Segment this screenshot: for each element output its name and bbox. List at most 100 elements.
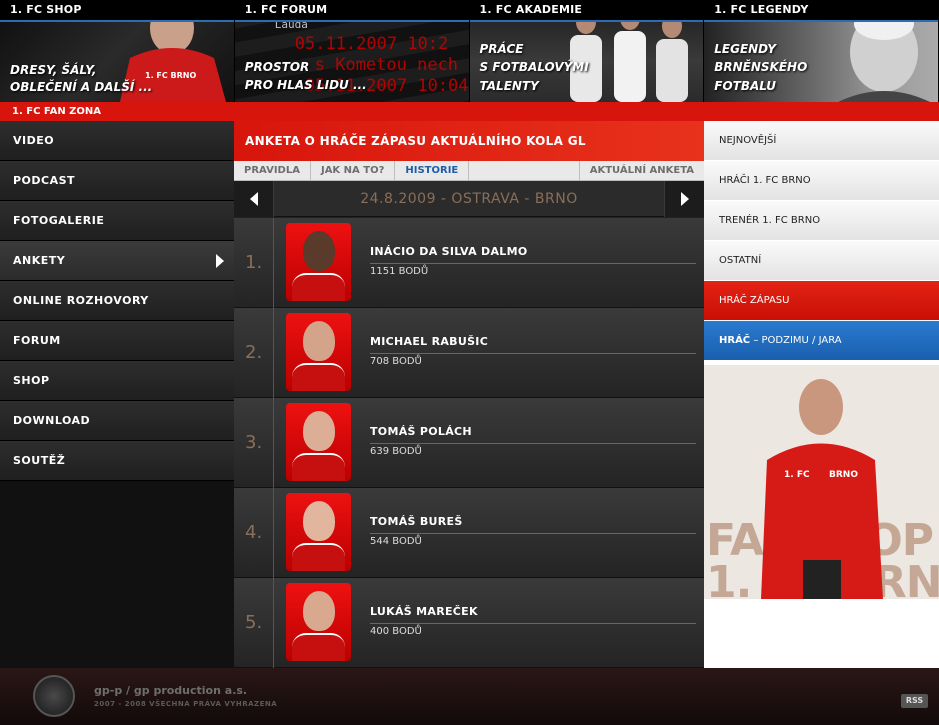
menu-item-season-bold: HRÁČ	[719, 335, 751, 346]
svg-text:1. FC BRNO: 1. FC BRNO	[145, 71, 196, 80]
nav-item-label: FOTOGALERIE	[13, 214, 105, 227]
banner-fc-legendy[interactable]: 1. FC LEGENDY LEGENDY BRNĚNSKÉHO FOTBALU	[704, 0, 939, 102]
left-nav: VIDEO PODCAST FOTOGALERIE ANKETY ONLINE …	[0, 121, 234, 668]
tab-jak-na-to[interactable]: JAK NA TO?	[311, 161, 396, 180]
forum-scribble: s Kometou nech	[314, 55, 459, 75]
menu-item-match-player[interactable]: HRÁČ ZÁPASU	[704, 281, 939, 321]
banner-caption-line: PROSTOR	[244, 60, 310, 74]
fan-zona-strip: 1. FC FAN ZONA	[0, 102, 939, 121]
nav-item-download[interactable]: DOWNLOAD	[0, 401, 234, 441]
nav-item-label: VIDEO	[13, 134, 55, 147]
arrow-right-icon	[680, 191, 689, 206]
player-points: 1151 BODŮ	[370, 266, 429, 277]
footer-company: gp-p / gp production a.s.	[94, 684, 248, 697]
menu-item-other[interactable]: OSTATNÍ	[704, 241, 939, 281]
footer: gp-p / gp production a.s. 2007 - 2008 VŠ…	[0, 668, 939, 725]
top-banners: 1. FC BRNO 1. FC SHOP DRESY, ŠÁLY, OBLEČ…	[0, 0, 939, 102]
rank-number: 2.	[234, 308, 274, 398]
player-name: TOMÁŠ POLÁCH	[370, 425, 696, 444]
player-name: INÁCIO DA SILVA DALMO	[370, 245, 696, 264]
banner-fc-forum[interactable]: Lauda 05.11.2007 10:2 s Kometou nech 05.…	[234, 0, 470, 102]
banner-title: 1. FC FORUM	[234, 0, 469, 22]
next-match-button[interactable]	[664, 180, 704, 217]
banner-caption-line: BRNĚNSKÉHO	[714, 60, 808, 74]
banner-title: 1. FC AKADEMIE	[469, 0, 704, 22]
banner-caption-line: DRESY, ŠÁLY,	[10, 63, 97, 77]
svg-text:BRNO: BRNO	[829, 470, 858, 480]
banner-caption-line: TALENTY	[479, 79, 539, 93]
nav-item-label: DOWNLOAD	[13, 414, 91, 427]
result-row[interactable]: 2. MICHAEL RABUŠIC 708 BODŮ	[234, 308, 704, 398]
fanshop-model-image: 1. FC BRNO	[761, 379, 883, 599]
nav-item-soutez[interactable]: SOUTĚŽ	[0, 441, 234, 481]
banner-caption-line: LEGENDY	[714, 42, 776, 56]
right-panel: NEJNOVĚJŠÍ HRÁČI 1. FC BRNO TRENÉR 1. FC…	[704, 121, 939, 668]
rank-number: 3.	[234, 398, 274, 488]
poll-tabs: PRAVIDLA JAK NA TO? HISTORIE AKTUÁLNÍ AN…	[234, 161, 704, 181]
player-points: 708 BODŮ	[370, 356, 422, 367]
result-row[interactable]: 4. TOMÁŠ BUREŠ 544 BODŮ	[234, 488, 704, 578]
banner-fc-akademie[interactable]: 1. FC AKADEMIE PRÁCE S FOTBALOVÝMI TALEN…	[469, 0, 705, 102]
rank-number: 1.	[234, 218, 274, 308]
menu-item-season-rest: – PODZIMU / JARA	[750, 335, 842, 346]
arrow-left-icon	[249, 191, 258, 206]
player-photo	[286, 313, 351, 391]
nav-item-ankety[interactable]: ANKETY	[0, 241, 234, 281]
banner-caption-line: PRÁCE	[479, 42, 524, 56]
prev-match-button[interactable]	[234, 180, 274, 217]
menu-item-newest[interactable]: NEJNOVĚJŠÍ	[704, 121, 939, 161]
menu-item-season-player[interactable]: HRÁČ – PODZIMU / JARA	[704, 321, 939, 361]
match-label: 24.8.2009 - OSTRAVA - BRNO	[360, 190, 578, 207]
footer-copyright: 2007 - 2008 VŠECHNA PRÁVA VYHRAZENA	[94, 700, 278, 708]
nav-item-label: ONLINE ROZHOVORY	[13, 294, 149, 307]
player-name: TOMÁŠ BUREŠ	[370, 515, 696, 534]
arrow-right-icon	[216, 254, 224, 268]
player-photo	[286, 583, 351, 661]
menu-item-players[interactable]: HRÁČI 1. FC BRNO	[704, 161, 939, 201]
banner-caption-line: S FOTBALOVÝMI	[479, 60, 589, 74]
rss-button[interactable]: RSS	[901, 694, 928, 708]
nav-item-video[interactable]: VIDEO	[0, 121, 234, 161]
player-points: 544 BODŮ	[370, 536, 422, 547]
match-selector: 24.8.2009 - OSTRAVA - BRNO	[234, 180, 704, 217]
banner-caption-line: PRO HLAS LIDU ...	[244, 78, 367, 92]
nav-item-label: ANKETY	[13, 254, 66, 267]
rank-number: 4.	[234, 488, 274, 578]
tab-pravidla[interactable]: PRAVIDLA	[234, 161, 311, 180]
menu-item-coach[interactable]: TRENÉR 1. FC BRNO	[704, 201, 939, 241]
poll-results: 1. INÁCIO DA SILVA DALMO 1151 BODŮ 2. MI…	[234, 218, 704, 668]
nav-item-label: FORUM	[13, 334, 61, 347]
tab-aktualni-anketa[interactable]: AKTUÁLNÍ ANKETA	[580, 161, 704, 180]
banner-caption-line: OBLEČENÍ A DALŠÍ ...	[10, 80, 153, 94]
player-name: MICHAEL RABUŠIC	[370, 335, 696, 354]
nav-item-label: PODCAST	[13, 174, 76, 187]
result-row[interactable]: 3. TOMÁŠ POLÁCH 639 BODŮ	[234, 398, 704, 488]
nav-item-fotogalerie[interactable]: FOTOGALERIE	[0, 201, 234, 241]
forum-scribble: 05.11.2007 10:2	[294, 34, 449, 54]
rank-number: 5.	[234, 578, 274, 668]
player-photo	[286, 403, 351, 481]
club-logo	[33, 675, 75, 717]
banner-caption-line: FOTBALU	[714, 79, 777, 93]
poll-panel: ANKETA O HRÁČE ZÁPASU AKTUÁLNÍHO KOLA GL…	[234, 121, 704, 668]
fanshop-promo[interactable]: FANSHOP 1. FC BRNO 1. FC BRNO	[704, 365, 939, 599]
tab-historie[interactable]: HISTORIE	[395, 161, 470, 180]
banner-title: 1. FC SHOP	[0, 0, 234, 22]
player-photo	[286, 223, 351, 301]
player-name: LUKÁŠ MAREČEK	[370, 605, 696, 624]
player-photo	[286, 493, 351, 571]
nav-item-shop[interactable]: SHOP	[0, 361, 234, 401]
banner-title: 1. FC LEGENDY	[704, 0, 938, 22]
nav-item-online-rozhovory[interactable]: ONLINE ROZHOVORY	[0, 281, 234, 321]
banner-fc-shop[interactable]: 1. FC BRNO 1. FC SHOP DRESY, ŠÁLY, OBLEČ…	[0, 0, 235, 102]
svg-text:1. FC: 1. FC	[784, 470, 810, 480]
nav-item-label: SHOP	[13, 374, 50, 387]
nav-item-podcast[interactable]: PODCAST	[0, 161, 234, 201]
result-row[interactable]: 5. LUKÁŠ MAREČEK 400 BODŮ	[234, 578, 704, 668]
player-points: 400 BODŮ	[370, 626, 422, 637]
poll-title: ANKETA O HRÁČE ZÁPASU AKTUÁLNÍHO KOLA GL	[234, 121, 704, 161]
tab-spacer	[469, 161, 580, 180]
player-points: 639 BODŮ	[370, 446, 422, 457]
nav-item-forum[interactable]: FORUM	[0, 321, 234, 361]
result-row[interactable]: 1. INÁCIO DA SILVA DALMO 1151 BODŮ	[234, 218, 704, 308]
